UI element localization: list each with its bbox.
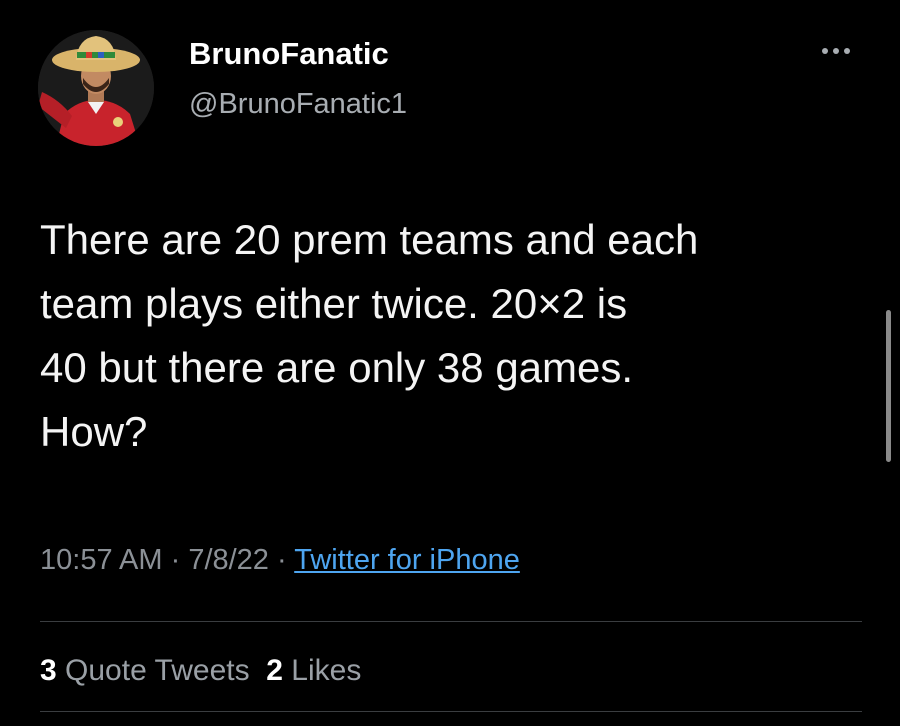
meta-separator: · (268, 544, 295, 576)
tweet-text-line: 40 but there are only 38 games. (40, 344, 634, 391)
more-dot (844, 48, 850, 54)
quote-tweets-label: Quote Tweets (65, 654, 250, 687)
divider (40, 711, 862, 712)
more-options-icon[interactable] (812, 36, 860, 66)
author-display-name[interactable]: BrunoFanatic (189, 36, 389, 72)
tweet-text-line: How? (40, 408, 148, 455)
tweet-date[interactable]: 7/8/22 (188, 544, 269, 576)
tweet-text-line: team plays either twice. 20×2 is (40, 280, 628, 327)
avatar[interactable] (38, 30, 154, 146)
likes-count: 2 (266, 654, 283, 687)
more-dot (833, 48, 839, 54)
divider (40, 621, 862, 622)
tweet-stats: 3 Quote Tweets 2 Likes (40, 654, 361, 688)
tweet-text-line: There are 20 prem teams and each (40, 216, 699, 263)
meta-separator: · (162, 544, 189, 576)
likes-stat[interactable]: 2 Likes (266, 654, 361, 687)
more-dot (822, 48, 828, 54)
quote-tweets-count: 3 (40, 654, 57, 687)
quote-tweets-stat[interactable]: 3 Quote Tweets (40, 654, 250, 687)
tweet-source-link[interactable]: Twitter for iPhone (294, 544, 520, 576)
avatar-photo (38, 30, 154, 146)
author-handle[interactable]: @BrunoFanatic1 (189, 88, 407, 121)
likes-label: Likes (291, 654, 362, 687)
tweet-text: There are 20 prem teams and each team pl… (40, 208, 880, 464)
tweet-time[interactable]: 10:57 AM (40, 544, 163, 576)
tweet-meta: 10:57 AM · 7/8/22 · Twitter for iPhone (40, 544, 520, 577)
scrollbar[interactable] (886, 310, 891, 462)
